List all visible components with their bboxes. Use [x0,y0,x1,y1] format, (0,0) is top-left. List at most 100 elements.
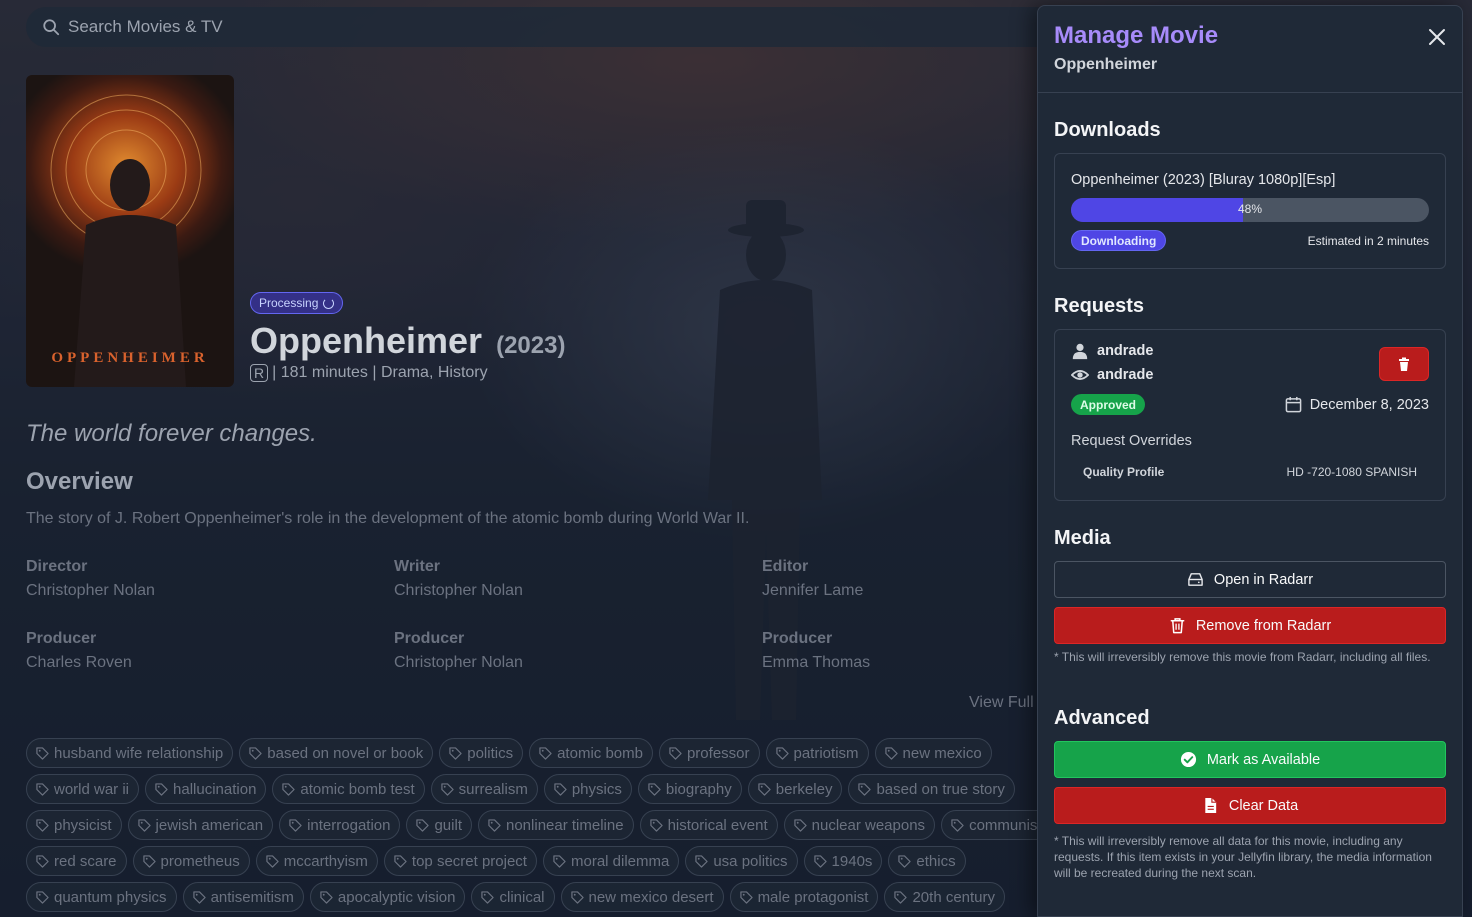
tag-icon [553,854,566,868]
keyword-chip[interactable]: male protagonist [729,882,879,912]
keyword-chip[interactable]: atomic bomb [529,738,653,768]
tag-icon [289,818,302,832]
panel-subtitle: Oppenheimer [1054,56,1158,73]
keyword-label: physicist [54,816,112,834]
download-status-badge: Downloading [1071,230,1167,251]
keyword-chip[interactable]: antisemitism [182,882,304,912]
keyword-label: new mexico [902,744,982,762]
keyword-chip[interactable]: based on novel or book [239,738,434,768]
keyword-chip[interactable]: interrogation [279,810,401,840]
keyword-label: quantum physics [54,888,167,906]
keyword-chip[interactable]: new mexico desert [560,882,724,912]
status-badge: Processing [250,292,344,314]
keyword-chip[interactable]: physics [543,774,632,804]
keyword-chip[interactable]: 1940s [803,846,883,876]
keyword-chip[interactable]: apocalyptic vision [309,882,466,912]
keyword-chip[interactable]: moral dilemma [542,846,680,876]
tag-icon [793,818,807,832]
status-label: Processing [259,296,319,310]
tag-icon [739,890,753,904]
mark-as-available-button[interactable]: Mark as Available [1054,741,1446,778]
keyword-label: surrealism [458,780,528,798]
keyword-chip[interactable]: hallucination [145,774,267,804]
keyword-label: clinical [499,888,545,906]
open-in-radarr-button[interactable]: Open in Radarr [1054,561,1446,598]
keyword-chip[interactable]: clinical [471,882,555,912]
poster-title: OPPENHEIMER [51,350,209,366]
tag-icon [266,854,279,868]
view-full-crew-link[interactable]: View Full [969,694,1034,712]
keyword-chip[interactable]: quantum physics [26,882,177,912]
keyword-label: communism [969,816,1038,834]
tag-icon [192,890,206,904]
clear-data-button[interactable]: Clear Data [1054,787,1446,824]
crew-item[interactable]: Director Christopher Nolan [26,558,366,600]
close-icon[interactable] [1426,26,1448,48]
keyword-chip[interactable]: husband wife relationship [26,738,234,768]
keyword-label: antisemitism [210,888,294,906]
keyword-chip[interactable]: patriotism [765,738,869,768]
requested-by-name: andrade [1097,343,1154,359]
keyword-chip[interactable]: historical event [639,810,778,840]
keyword-chip[interactable]: physicist [26,810,122,840]
keyword-label: berkeley [775,780,833,798]
keyword-chip[interactable]: surrealism [430,774,538,804]
keyword-chip[interactable]: 20th century [884,882,1006,912]
document-icon [1205,797,1217,814]
modified-by-name: andrade [1097,367,1154,383]
keyword-chip[interactable]: mccarthyism [255,846,378,876]
keyword-chip[interactable]: atomic bomb test [272,774,425,804]
modified-by[interactable]: andrade [1071,366,1153,384]
keyword-label: 20th century [912,888,996,906]
delete-request-button[interactable] [1379,347,1429,381]
requested-by[interactable]: andrade [1071,342,1153,360]
manage-movie-panel: Manage Movie Oppenheimer Downloads Oppen… [1037,5,1463,917]
tag-icon [695,854,709,868]
calendar-icon [1285,396,1302,413]
keyword-label: hallucination [173,780,257,798]
open-in-radarr-label: Open in Radarr [1213,571,1314,588]
server-icon [1188,573,1203,586]
keyword-label: jewish american [155,816,264,834]
media-heading: Media [1054,527,1111,549]
panel-header: Manage Movie Oppenheimer [1038,6,1462,93]
keyword-chip[interactable]: biography [637,774,742,804]
keyword-chip[interactable]: world war ii [26,774,140,804]
tag-icon [481,890,495,904]
keyword-chip[interactable]: nuclear weapons [783,810,936,840]
keyword-chip[interactable]: prometheus [132,846,250,876]
download-progress-bar: 48% [1071,198,1429,222]
crew-job: Writer [394,558,440,575]
keyword-label: politics [467,744,514,762]
keyword-chip[interactable]: communism [941,810,1038,840]
keyword-chip[interactable]: professor [658,738,760,768]
tag-icon [669,746,682,760]
tag-icon [155,782,168,796]
keyword-chip[interactable]: jewish american [127,810,274,840]
keyword-label: male protagonist [757,888,869,906]
remove-from-radarr-button[interactable]: Remove from Radarr [1054,607,1446,644]
crew-name: Christopher Nolan [26,582,155,599]
trash-icon [1399,357,1409,371]
keyword-chip[interactable]: guilt [406,810,472,840]
crew-item[interactable]: Producer Charles Roven [26,630,366,672]
tag-icon [449,746,462,760]
keyword-label: ethics [916,852,956,870]
keyword-chip[interactable]: ethics [888,846,966,876]
keyword-label: mccarthyism [283,852,368,870]
keyword-chip[interactable]: based on true story [848,774,1015,804]
crew-item[interactable]: Producer Christopher Nolan [394,630,734,672]
keyword-chip[interactable]: nonlinear timeline [478,810,634,840]
keyword-chip[interactable]: new mexico [874,738,992,768]
download-card: Oppenheimer (2023) [Bluray 1080p][Esp] 4… [1054,153,1446,269]
keyword-chip[interactable]: red scare [26,846,127,876]
keyword-chip[interactable]: politics [439,738,524,768]
keyword-chip[interactable]: usa politics [685,846,798,876]
overview-text: The story of J. Robert Oppenheimer's rol… [26,510,750,527]
crew-job: Producer [394,630,465,647]
keyword-chip[interactable]: top secret project [383,846,537,876]
crew-item[interactable]: Writer Christopher Nolan [394,558,734,600]
keyword-chip[interactable]: berkeley [747,774,843,804]
search-bar[interactable]: Search Movies & TV [26,7,1056,47]
movie-poster: OPPENHEIMER [26,75,234,387]
